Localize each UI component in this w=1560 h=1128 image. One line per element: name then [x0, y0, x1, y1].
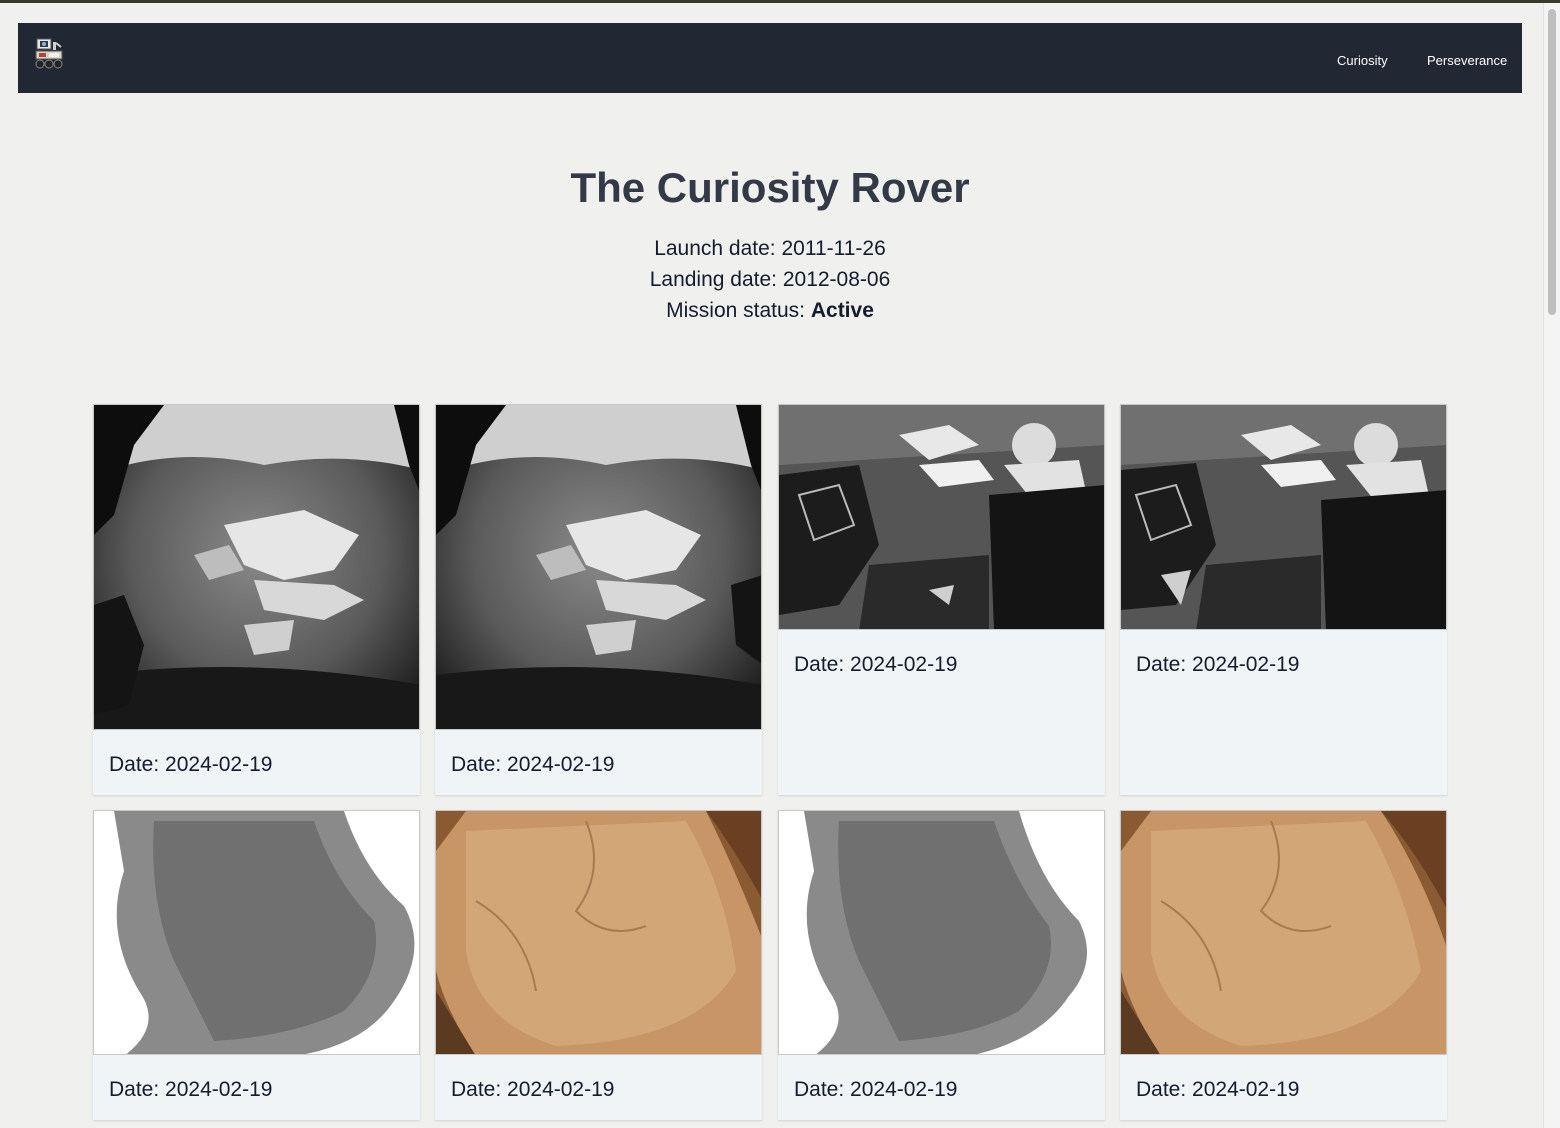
photo-card-5[interactable]: Date: 2024-02-19: [93, 810, 420, 1120]
rover-photo[interactable]: [435, 810, 762, 1055]
photo-date: Date: 2024-02-19: [109, 1078, 273, 1101]
photo-card-8[interactable]: Date: 2024-02-19: [1120, 810, 1447, 1120]
rover-photo[interactable]: [1120, 404, 1447, 630]
photo-date: Date: 2024-02-19: [1136, 653, 1300, 676]
landing-date-line: Landing date: 2012-08-06: [0, 264, 1540, 295]
nav-link-perseverance[interactable]: Perseverance: [1427, 53, 1507, 68]
photo-card-3[interactable]: Date: 2024-02-19: [778, 404, 1105, 795]
photo-date: Date: 2024-02-19: [451, 753, 615, 776]
launch-date-label: Launch date:: [654, 237, 782, 260]
page-title: The Curiosity Rover: [570, 164, 970, 211]
rover-photo[interactable]: [93, 404, 420, 730]
landing-date-label: Landing date:: [649, 268, 783, 291]
rover-photo[interactable]: [778, 810, 1105, 1055]
photo-card-4[interactable]: Date: 2024-02-19: [1120, 404, 1447, 795]
launch-date-line: Launch date: 2011-11-26: [0, 233, 1540, 264]
rover-photo[interactable]: [93, 810, 420, 1055]
rover-header: The Curiosity Rover Launch date: 2011-11…: [0, 163, 1540, 326]
photo-date: Date: 2024-02-19: [451, 1078, 615, 1101]
page-scrollbar[interactable]: [1543, 3, 1560, 1128]
photo-card-7[interactable]: Date: 2024-02-19: [778, 810, 1105, 1120]
rover-photo[interactable]: [435, 404, 762, 730]
photo-date: Date: 2024-02-19: [794, 653, 958, 676]
rover-logo-icon[interactable]: [34, 37, 64, 71]
navbar: Curiosity Perseverance: [18, 23, 1522, 93]
photo-date: Date: 2024-02-19: [109, 753, 273, 776]
photo-date: Date: 2024-02-19: [794, 1078, 958, 1101]
mission-status-line: Mission status: Active: [0, 295, 1540, 326]
launch-date-value: 2011-11-26: [781, 237, 886, 260]
rover-info: Launch date: 2011-11-26 Landing date: 20…: [0, 233, 1540, 326]
mission-status-label: Mission status:: [666, 299, 811, 322]
page-viewport: Curiosity Perseverance The Curiosity Rov…: [0, 3, 1543, 1128]
rover-photo[interactable]: [778, 404, 1105, 630]
photo-card-6[interactable]: Date: 2024-02-19: [435, 810, 762, 1120]
mission-status-value: Active: [810, 299, 874, 322]
scrollbar-thumb[interactable]: [1548, 9, 1556, 315]
photo-card-1[interactable]: Date: 2024-02-19: [93, 404, 420, 795]
photo-card-2[interactable]: Date: 2024-02-19: [435, 404, 762, 795]
rover-photo[interactable]: [1120, 810, 1447, 1055]
photo-date: Date: 2024-02-19: [1136, 1078, 1300, 1101]
landing-date-value: 2012-08-06: [782, 268, 891, 291]
nav-link-curiosity[interactable]: Curiosity: [1337, 53, 1388, 68]
